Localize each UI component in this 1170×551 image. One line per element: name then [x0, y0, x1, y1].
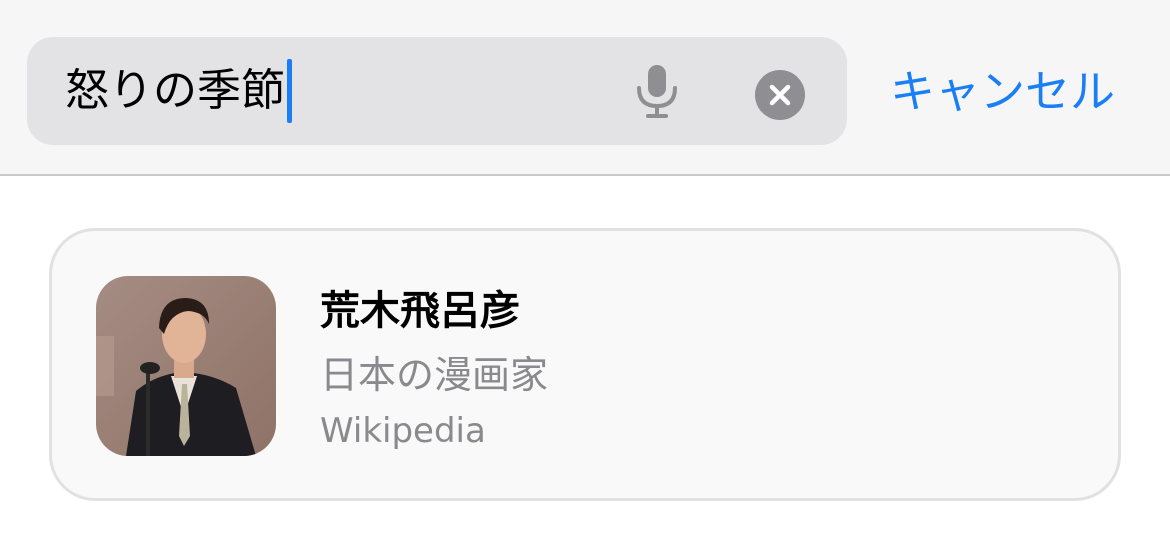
search-header: 怒りの季節 キャンセル	[0, 0, 1170, 176]
clear-circle-x-icon[interactable]	[755, 70, 805, 120]
result-source: Wikipedia	[320, 411, 486, 451]
mic-icon[interactable]	[627, 61, 687, 121]
thumbnail-image	[96, 276, 276, 456]
result-title: 荒木飛呂彦	[320, 288, 520, 334]
text-caret	[287, 59, 292, 123]
cancel-button[interactable]: キャンセル	[890, 62, 1115, 122]
portrait-photo	[96, 276, 276, 456]
search-field[interactable]: 怒りの季節	[27, 37, 847, 145]
search-input-text: 怒りの季節	[65, 65, 285, 116]
result-card[interactable]: 荒木飛呂彦 日本の漫画家 Wikipedia	[49, 228, 1121, 501]
search-input[interactable]: 怒りの季節	[65, 59, 292, 123]
results-area: 荒木飛呂彦 日本の漫画家 Wikipedia	[0, 178, 1170, 551]
result-subtitle: 日本の漫画家	[320, 353, 549, 397]
